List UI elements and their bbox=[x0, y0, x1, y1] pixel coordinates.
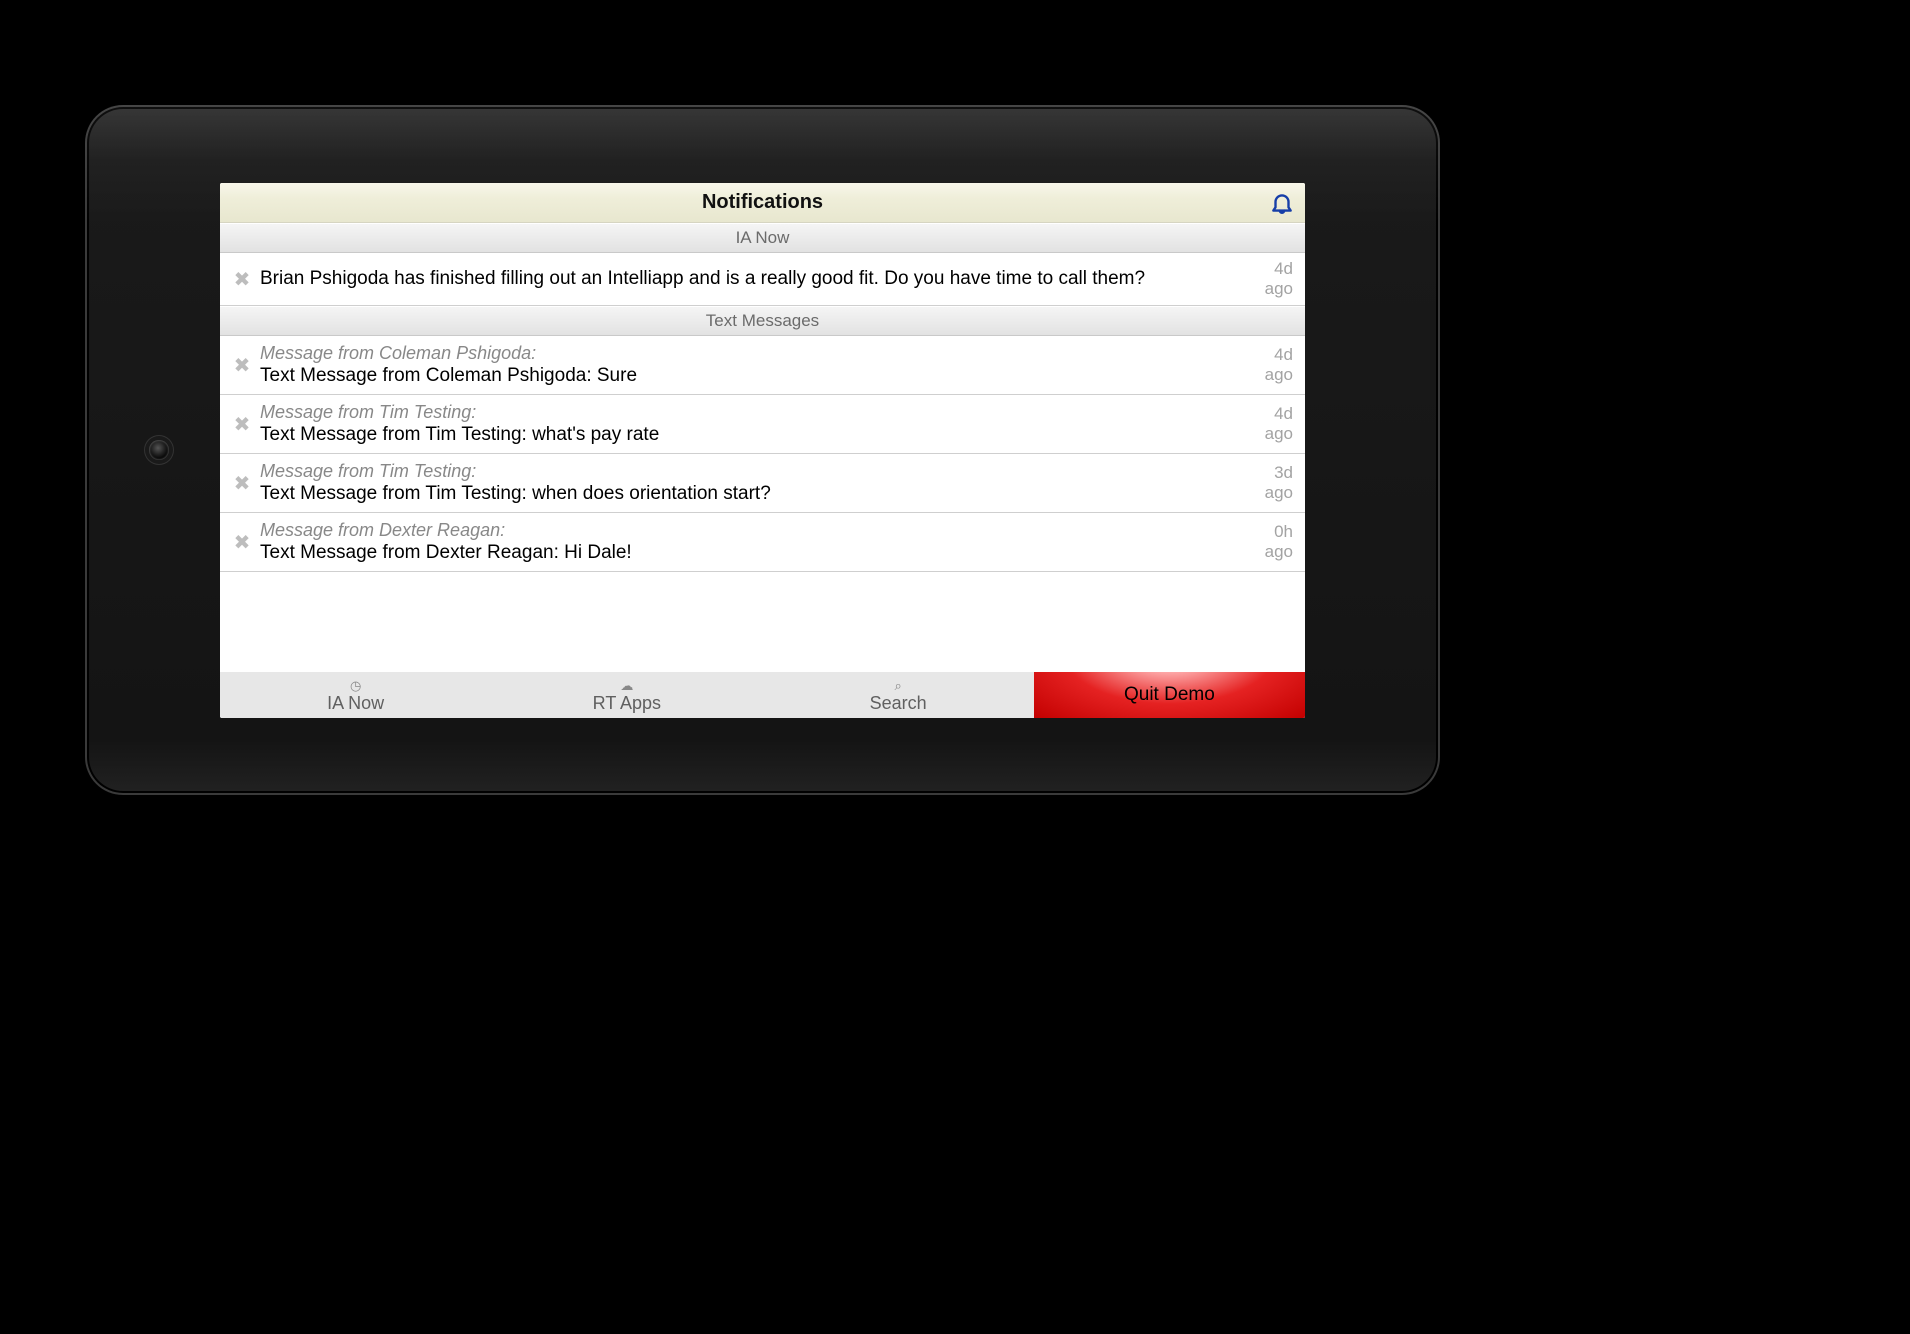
time-top: 0h bbox=[1265, 522, 1293, 542]
tab-label: RT Apps bbox=[593, 693, 661, 714]
item-body: Brian Pshigoda has finished filling out … bbox=[256, 267, 1253, 291]
texts-list: ✖ Message from Coleman Pshigoda: Text Me… bbox=[220, 336, 1305, 572]
item-time: 3d ago bbox=[1253, 463, 1293, 503]
item-time: 4d ago bbox=[1253, 259, 1293, 299]
item-subhead: Message from Tim Testing: bbox=[260, 460, 1253, 482]
app-screen: Notifications IA Now ✖ Brian Pshigoda ha… bbox=[220, 183, 1305, 718]
item-message: Brian Pshigoda has finished filling out … bbox=[260, 267, 1253, 291]
tab-rtapps[interactable]: ☁ RT Apps bbox=[491, 672, 762, 718]
tab-bar: ◷ IA Now ☁ RT Apps ⌕ Search Quit Demo bbox=[220, 672, 1305, 718]
list-item[interactable]: ✖ Message from Dexter Reagan: Text Messa… bbox=[220, 513, 1305, 572]
item-message: Text Message from Dexter Reagan: Hi Dale… bbox=[260, 541, 1253, 565]
cloud-icon: ☁ bbox=[620, 679, 633, 693]
list-item[interactable]: ✖ Message from Tim Testing: Text Message… bbox=[220, 454, 1305, 513]
close-icon[interactable]: ✖ bbox=[228, 530, 256, 555]
time-bottom: ago bbox=[1265, 424, 1293, 444]
item-body: Message from Dexter Reagan: Text Message… bbox=[256, 519, 1253, 565]
time-bottom: ago bbox=[1265, 542, 1293, 562]
item-time: 4d ago bbox=[1253, 345, 1293, 385]
time-top: 4d bbox=[1265, 345, 1293, 365]
tab-ianow[interactable]: ◷ IA Now bbox=[220, 672, 491, 718]
time-bottom: ago bbox=[1265, 279, 1293, 299]
tab-label: Search bbox=[870, 693, 927, 714]
list-item[interactable]: ✖ Brian Pshigoda has finished filling ou… bbox=[220, 253, 1305, 306]
item-subhead: Message from Dexter Reagan: bbox=[260, 519, 1253, 541]
time-top: 3d bbox=[1265, 463, 1293, 483]
item-body: Message from Coleman Pshigoda: Text Mess… bbox=[256, 342, 1253, 388]
time-top: 4d bbox=[1265, 259, 1293, 279]
close-icon[interactable]: ✖ bbox=[228, 353, 256, 378]
item-body: Message from Tim Testing: Text Message f… bbox=[256, 401, 1253, 447]
header-bar: Notifications bbox=[220, 183, 1305, 223]
tab-label: Quit Demo bbox=[1124, 684, 1215, 706]
item-message: Text Message from Coleman Pshigoda: Sure bbox=[260, 364, 1253, 388]
search-icon: ⌕ bbox=[894, 679, 901, 693]
time-top: 4d bbox=[1265, 404, 1293, 424]
section-texts: Text Messages bbox=[220, 306, 1305, 336]
close-icon[interactable]: ✖ bbox=[228, 267, 256, 292]
time-bottom: ago bbox=[1265, 483, 1293, 503]
quit-demo-button[interactable]: Quit Demo bbox=[1034, 672, 1305, 718]
page-title: Notifications bbox=[702, 191, 823, 214]
item-message: Text Message from Tim Testing: when does… bbox=[260, 482, 1253, 506]
item-subhead: Message from Coleman Pshigoda: bbox=[260, 342, 1253, 364]
item-body: Message from Tim Testing: Text Message f… bbox=[256, 460, 1253, 506]
section-ianow-label: IA Now bbox=[736, 228, 790, 248]
clock-icon: ◷ bbox=[350, 679, 361, 693]
tablet-frame: Notifications IA Now ✖ Brian Pshigoda ha… bbox=[85, 105, 1440, 795]
time-bottom: ago bbox=[1265, 365, 1293, 385]
item-message: Text Message from Tim Testing: what's pa… bbox=[260, 423, 1253, 447]
stage: Notifications IA Now ✖ Brian Pshigoda ha… bbox=[0, 0, 1910, 1334]
camera-icon bbox=[149, 440, 169, 460]
list-item[interactable]: ✖ Message from Coleman Pshigoda: Text Me… bbox=[220, 336, 1305, 395]
close-icon[interactable]: ✖ bbox=[228, 412, 256, 437]
list-item[interactable]: ✖ Message from Tim Testing: Text Message… bbox=[220, 395, 1305, 454]
section-texts-label: Text Messages bbox=[706, 311, 819, 331]
item-time: 0h ago bbox=[1253, 522, 1293, 562]
section-ianow: IA Now bbox=[220, 223, 1305, 253]
tab-search[interactable]: ⌕ Search bbox=[763, 672, 1034, 718]
item-subhead: Message from Tim Testing: bbox=[260, 401, 1253, 423]
tab-label: IA Now bbox=[327, 693, 384, 714]
ianow-list: ✖ Brian Pshigoda has finished filling ou… bbox=[220, 253, 1305, 306]
item-time: 4d ago bbox=[1253, 404, 1293, 444]
bell-icon[interactable] bbox=[1269, 190, 1295, 216]
close-icon[interactable]: ✖ bbox=[228, 471, 256, 496]
